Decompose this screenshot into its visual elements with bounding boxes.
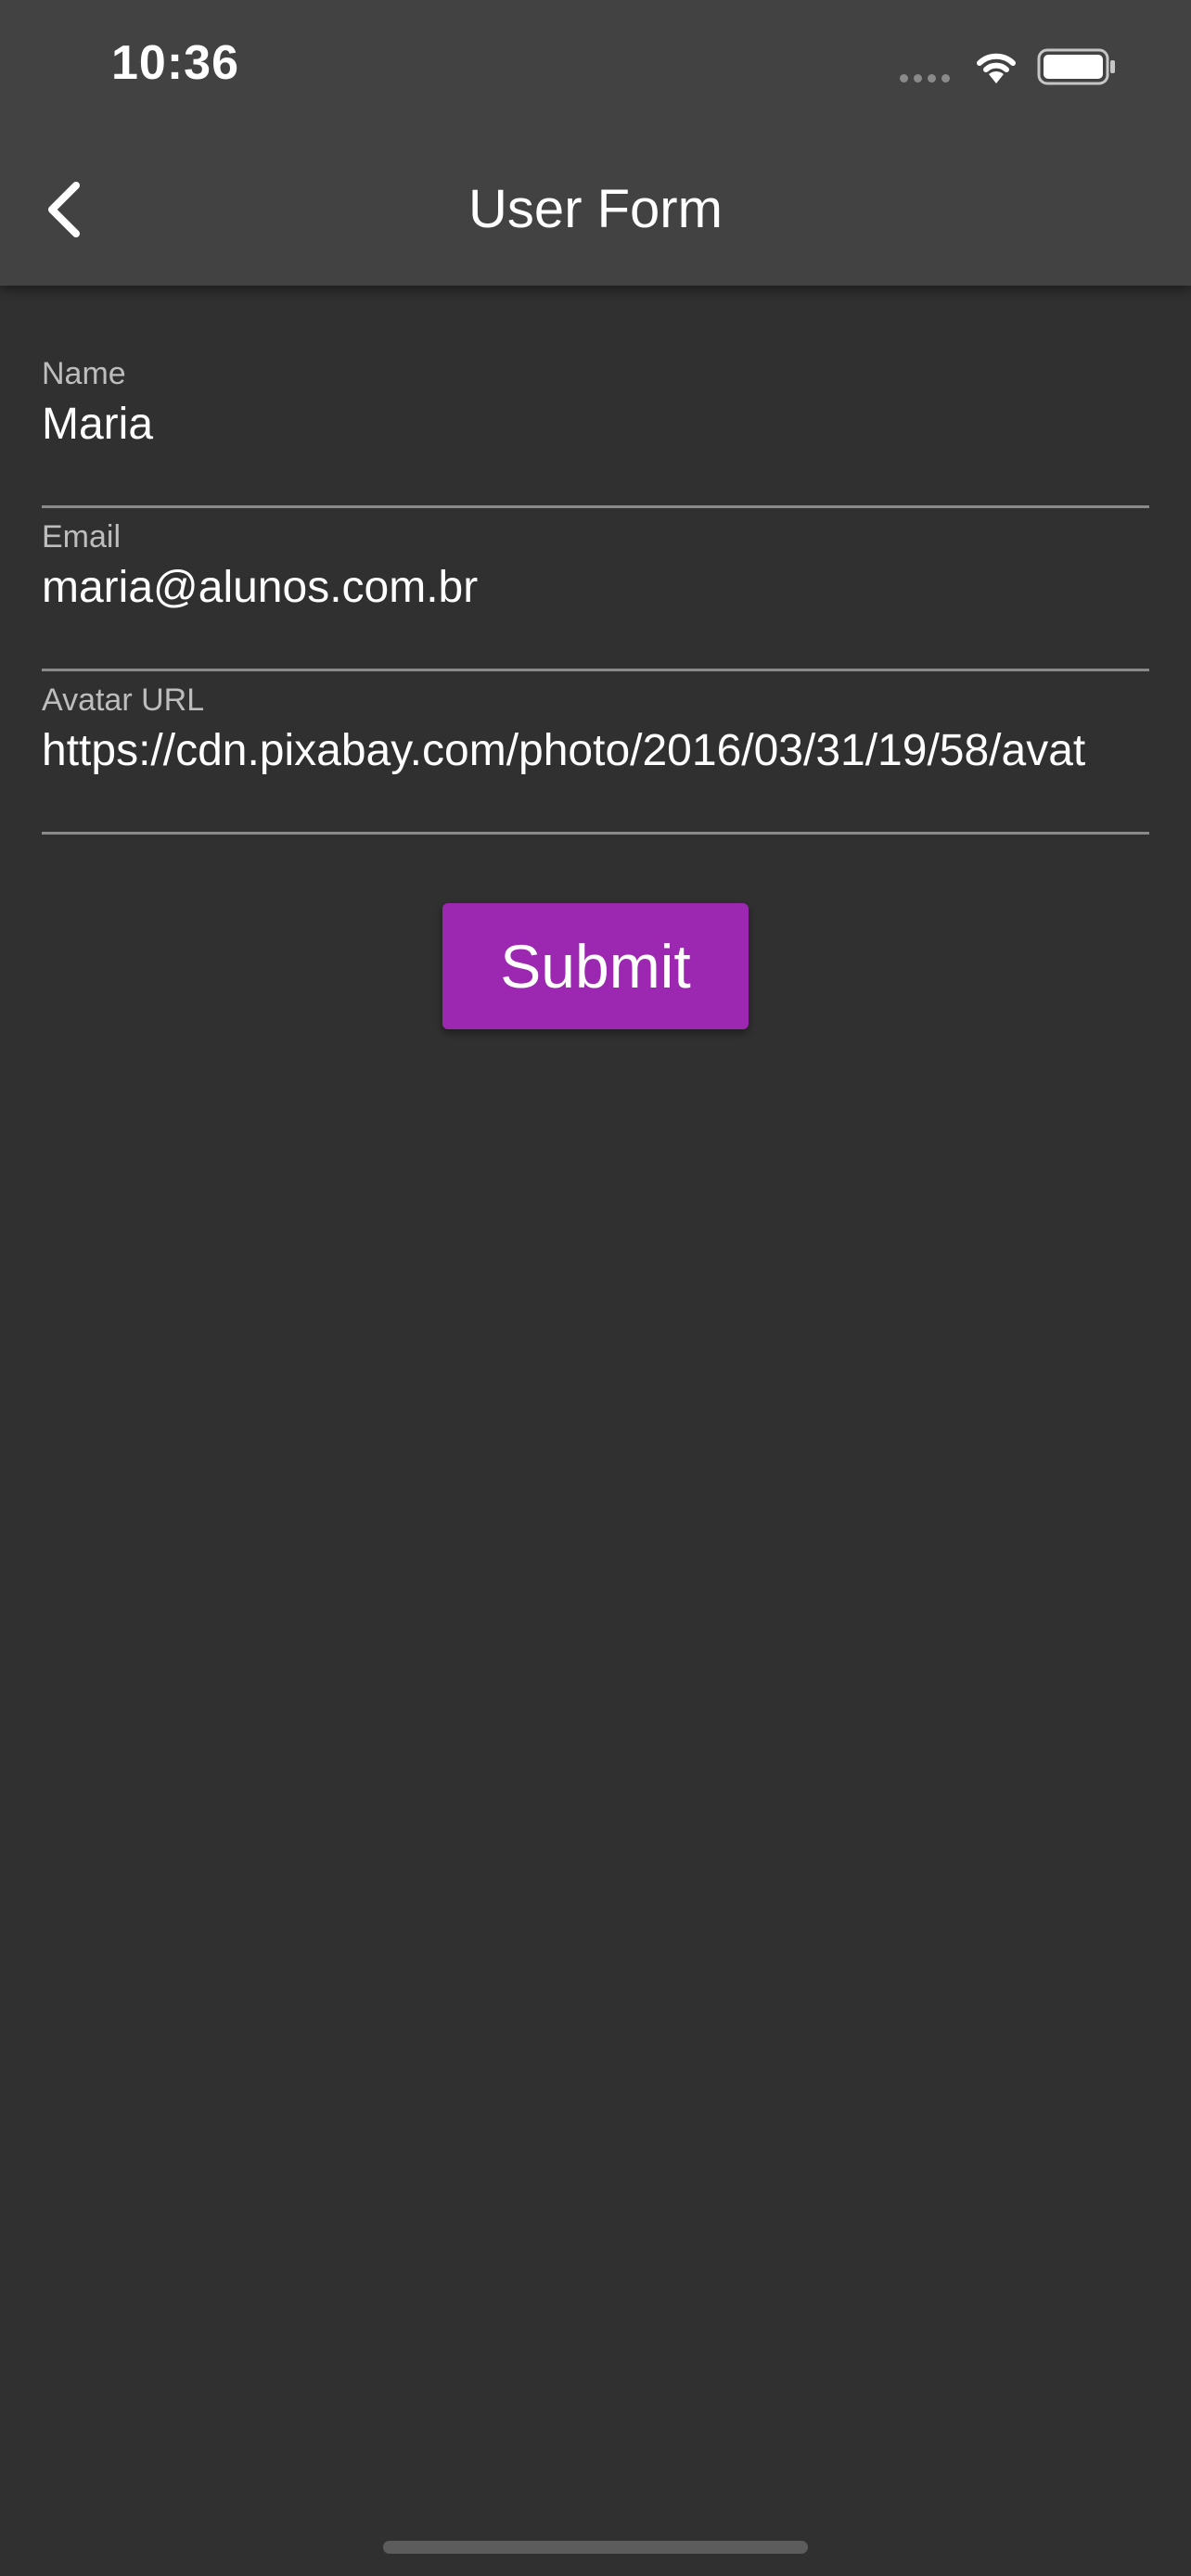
page-title: User Form xyxy=(468,179,723,239)
email-label: Email xyxy=(42,519,122,555)
home-indicator xyxy=(383,2541,808,2554)
avatar-url-label: Avatar URL xyxy=(42,682,205,718)
name-input[interactable] xyxy=(42,399,1149,450)
email-input[interactable] xyxy=(42,562,1149,613)
name-label: Name xyxy=(42,356,126,391)
submit-button[interactable]: Submit xyxy=(442,903,749,1029)
name-field: Name xyxy=(42,345,1149,508)
avatar-url-field: Avatar URL xyxy=(42,671,1149,835)
cellular-signal-icon xyxy=(900,74,950,83)
app-bar: 10:36 User Form xyxy=(0,0,1191,286)
user-form: Name Email Avatar URL xyxy=(42,345,1149,835)
status-time: 10:36 xyxy=(111,36,239,90)
avatar-url-input[interactable] xyxy=(42,725,1149,776)
wifi-icon xyxy=(977,53,1016,83)
email-field: Email xyxy=(42,508,1149,671)
battery-icon xyxy=(1037,48,1115,85)
